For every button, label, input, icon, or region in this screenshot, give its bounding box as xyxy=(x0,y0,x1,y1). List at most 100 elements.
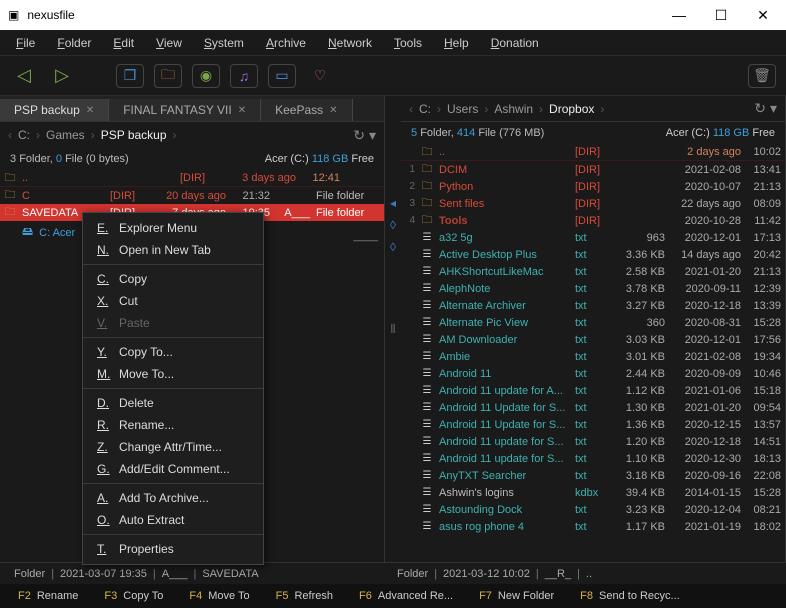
menu-view[interactable]: View xyxy=(148,34,190,52)
fkey-f8[interactable]: F8Send to Recyc... xyxy=(568,590,692,602)
menu-edit[interactable]: Edit xyxy=(105,34,142,52)
crumb-segment[interactable]: PSP backup xyxy=(97,128,171,142)
table-row[interactable]: ☰Android 11txt2.44 KB2020-09-0910:46 xyxy=(401,365,785,382)
table-row[interactable]: ☰a32 5gtxt9632020-12-0117:13 xyxy=(401,229,785,246)
right-breadcrumb[interactable]: ‹C:›Users›Ashwin›Dropbox› ↻▾ xyxy=(401,96,785,122)
menu-help[interactable]: Help xyxy=(436,34,477,52)
table-row[interactable]: ☰Active Desktop Plustxt3.36 KB14 days ag… xyxy=(401,246,785,263)
window-icon[interactable]: ▭ xyxy=(268,64,296,88)
table-row[interactable]: 2🗀Python[DIR]2020-10-0721:13 xyxy=(401,178,785,195)
tab-keepass[interactable]: KeePass✕ xyxy=(261,99,352,121)
left-breadcrumb[interactable]: ‹C:›Games›PSP backup› ↻▾ xyxy=(0,122,384,148)
ctx-auto-extract[interactable]: O.Auto Extract xyxy=(83,509,263,531)
ctx-cut[interactable]: X.Cut xyxy=(83,290,263,312)
dropdown-icon[interactable]: ▾ xyxy=(369,127,376,144)
ctx-copy-to-[interactable]: Y.Copy To... xyxy=(83,341,263,363)
crumb-segment[interactable]: C: xyxy=(415,102,435,116)
ctx-add-to-archive-[interactable]: A.Add To Archive... xyxy=(83,487,263,509)
titlebar: ▣ nexusfile — ☐ ✕ xyxy=(0,0,786,30)
fkey-f5[interactable]: F5Refresh xyxy=(264,590,345,602)
sync-right-icon[interactable]: ◊ xyxy=(390,240,396,254)
menu-donation[interactable]: Donation xyxy=(483,34,547,52)
table-row[interactable]: ☰AnyTXT Searchertxt3.18 KB2020-09-1622:0… xyxy=(401,467,785,484)
table-row[interactable]: 3🗀Sent files[DIR]22 days ago08:09 xyxy=(401,195,785,212)
file-icon: ☰ xyxy=(419,402,435,413)
fkey-f4[interactable]: F4Move To xyxy=(177,590,261,602)
table-row[interactable]: 🗀..[DIR]2 days ago10:02 xyxy=(401,144,785,161)
menu-tools[interactable]: Tools xyxy=(386,34,430,52)
close-tab-icon[interactable]: ✕ xyxy=(86,105,94,116)
forward-button[interactable]: ▷ xyxy=(48,64,76,88)
table-row[interactable]: ☰asus rog phone 4txt1.17 KB2021-01-1918:… xyxy=(401,518,785,535)
fkey-f3[interactable]: F3Copy To xyxy=(92,590,175,602)
fkey-f6[interactable]: F6Advanced Re... xyxy=(347,590,465,602)
table-row[interactable]: 4🗀Tools[DIR]2020-10-2811:42 xyxy=(401,212,785,229)
table-row[interactable]: ☰AM Downloadertxt3.03 KB2020-12-0117:56 xyxy=(401,331,785,348)
ctx-delete[interactable]: D.Delete xyxy=(83,392,263,414)
ctx-copy[interactable]: C.Copy xyxy=(83,268,263,290)
camera-icon[interactable]: ◉ xyxy=(192,64,220,88)
file-icon: ☰ xyxy=(419,368,435,379)
table-row[interactable]: 🗀..[DIR]3 days ago12:41 xyxy=(0,170,384,187)
file-icon: ☰ xyxy=(419,385,435,396)
table-row[interactable]: ☰Android 11 update for A...txt1.12 KB202… xyxy=(401,382,785,399)
trash-icon[interactable]: 🗑 xyxy=(748,64,776,88)
table-row[interactable]: ☰Android 11 update for S...txt1.10 KB202… xyxy=(401,450,785,467)
sync-left-icon[interactable]: ◂ xyxy=(390,196,396,210)
bars-icon[interactable]: ⦀ xyxy=(390,322,395,337)
table-row[interactable]: ☰Android 11 Update for S...txt1.36 KB202… xyxy=(401,416,785,433)
crumb-segment[interactable]: Dropbox xyxy=(545,102,598,116)
ctx-open-in-new-tab[interactable]: N.Open in New Tab xyxy=(83,239,263,261)
ctx-rename-[interactable]: R.Rename... xyxy=(83,414,263,436)
left-status: Folder| 2021-03-07 19:35| A___| SAVEDATA xyxy=(10,568,393,580)
desktop-icon[interactable]: ❐ xyxy=(116,64,144,88)
crumb-segment[interactable]: Ashwin xyxy=(490,102,537,116)
table-row[interactable]: ☰Ambietxt3.01 KB2021-02-0819:34 xyxy=(401,348,785,365)
table-row[interactable]: ☰AHKShortcutLikeMactxt2.58 KB2021-01-202… xyxy=(401,263,785,280)
table-row[interactable]: ☰AlephNotetxt3.78 KB2020-09-1112:39 xyxy=(401,280,785,297)
menu-system[interactable]: System xyxy=(196,34,252,52)
table-row[interactable]: ☰Ashwin's loginskdbx39.4 KB2014-01-1515:… xyxy=(401,484,785,501)
table-row[interactable]: ☰Android 11 Update for S...txt1.30 KB202… xyxy=(401,399,785,416)
table-row[interactable]: ☰Alternate Archivertxt3.27 KB2020-12-181… xyxy=(401,297,785,314)
table-row[interactable]: 1🗀DCIM[DIR]2021-02-0813:41 xyxy=(401,161,785,178)
heart-icon[interactable]: ♡ xyxy=(306,64,334,88)
table-row[interactable]: ☰Alternate Pic Viewtxt3602020-08-3115:28 xyxy=(401,314,785,331)
table-row[interactable]: ☰Android 11 update for S...txt1.20 KB202… xyxy=(401,433,785,450)
folder-icon: 🗀 xyxy=(419,211,435,230)
music-icon[interactable]: ♫ xyxy=(230,64,258,88)
crumb-segment[interactable]: C: xyxy=(14,128,34,142)
fkey-f2[interactable]: F2Rename xyxy=(6,590,90,602)
folder-icon-btn[interactable]: 🗀 xyxy=(154,64,182,88)
table-row[interactable]: 🗀C[DIR]20 days ago21:32File folder xyxy=(0,187,384,204)
back-button[interactable]: ◁ xyxy=(10,64,38,88)
refresh-icon[interactable]: ↻ xyxy=(353,127,365,144)
crumb-segment[interactable]: Users xyxy=(443,102,482,116)
tab-final-fantasy-vii[interactable]: FINAL FANTASY VII✕ xyxy=(109,99,261,121)
maximize-button[interactable]: ☐ xyxy=(706,7,736,24)
dropdown-icon[interactable]: ▾ xyxy=(770,100,777,117)
ctx-add-edit-comment-[interactable]: G.Add/Edit Comment... xyxy=(83,458,263,480)
middle-column: ◂ ◊ ◊ ⦀ xyxy=(385,96,401,562)
sync-both-icon[interactable]: ◊ xyxy=(390,218,396,232)
close-tab-icon[interactable]: ✕ xyxy=(238,105,246,116)
right-file-list[interactable]: 🗀..[DIR]2 days ago10:021🗀DCIM[DIR]2021-0… xyxy=(401,144,785,562)
crumb-segment[interactable]: Games xyxy=(42,128,89,142)
refresh-icon[interactable]: ↻ xyxy=(754,100,766,117)
menu-network[interactable]: Network xyxy=(320,34,380,52)
close-tab-icon[interactable]: ✕ xyxy=(329,105,337,116)
fkey-f7[interactable]: F7New Folder xyxy=(467,590,566,602)
menu-archive[interactable]: Archive xyxy=(258,34,314,52)
tab-psp-backup[interactable]: PSP backup✕ xyxy=(0,99,109,121)
file-count: 414 xyxy=(457,127,475,139)
close-button[interactable]: ✕ xyxy=(748,7,778,24)
table-row[interactable]: ☰Astounding Docktxt3.23 KB2020-12-0408:2… xyxy=(401,501,785,518)
file-icon: ☰ xyxy=(419,317,435,328)
ctx-properties[interactable]: T.Properties xyxy=(83,538,263,560)
menu-file[interactable]: File xyxy=(8,34,43,52)
ctx-move-to-[interactable]: M.Move To... xyxy=(83,363,263,385)
menu-folder[interactable]: Folder xyxy=(49,34,99,52)
minimize-button[interactable]: — xyxy=(664,7,694,24)
ctx-change-attr-time-[interactable]: Z.Change Attr/Time... xyxy=(83,436,263,458)
ctx-explorer-menu[interactable]: E.Explorer Menu xyxy=(83,217,263,239)
